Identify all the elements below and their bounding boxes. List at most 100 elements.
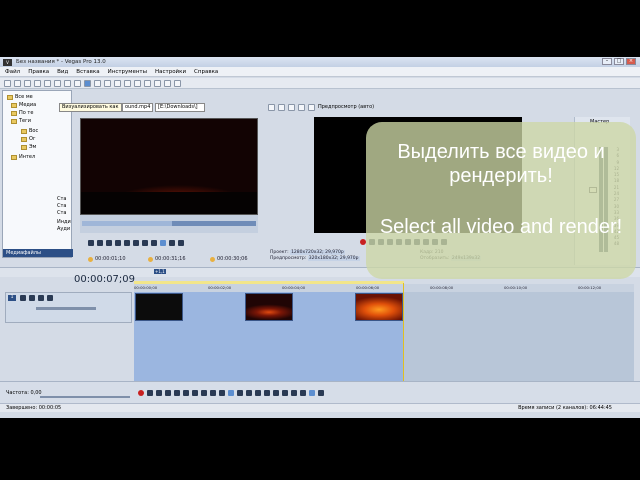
video-track-header[interactable]: 1: [5, 292, 132, 323]
loop-icon[interactable]: [147, 390, 153, 396]
print-icon[interactable]: [74, 79, 81, 87]
save-icon[interactable]: [24, 79, 31, 87]
split-icon[interactable]: [237, 390, 243, 396]
trim-icon[interactable]: [178, 240, 184, 246]
marker-icon[interactable]: [282, 390, 288, 396]
menu-file[interactable]: Файл: [5, 69, 20, 75]
minimize-button[interactable]: –: [602, 58, 612, 65]
list-item[interactable]: Ста: [57, 196, 66, 202]
list-item[interactable]: Инди: [57, 219, 71, 225]
tree-item[interactable]: Теги: [11, 118, 31, 124]
go-to-start-icon[interactable]: [192, 390, 198, 396]
record-icon[interactable]: [138, 390, 144, 396]
selection-tool-icon[interactable]: [164, 79, 171, 87]
add-to-timeline-icon[interactable]: [160, 240, 166, 246]
trimmer-selection[interactable]: [82, 221, 172, 226]
go-to-end-icon[interactable]: [201, 390, 207, 396]
tab-project-media[interactable]: Медиафайлы: [3, 249, 73, 257]
list-item[interactable]: Ста: [57, 203, 66, 209]
menu-help[interactable]: Справка: [194, 69, 218, 75]
tree-item[interactable]: Медиа: [11, 102, 36, 108]
ignore-grouping-icon[interactable]: [300, 390, 306, 396]
lock-icon[interactable]: [273, 390, 279, 396]
next-frame-icon[interactable]: [219, 390, 225, 396]
tree-item[interactable]: Вос: [21, 128, 38, 134]
tree-item[interactable]: Эм: [21, 144, 36, 150]
go-to-end-icon[interactable]: [151, 240, 157, 246]
menu-tools[interactable]: Инструменты: [108, 69, 147, 75]
list-item-label: Ста: [57, 210, 67, 216]
tree-item[interactable]: Ог: [21, 136, 36, 142]
capture-icon[interactable]: [54, 79, 61, 87]
add-icon[interactable]: [169, 240, 175, 246]
pause-icon[interactable]: [174, 390, 180, 396]
copy-icon[interactable]: [104, 79, 111, 87]
split-screen-icon[interactable]: [288, 103, 295, 111]
trim-start-icon[interactable]: [246, 390, 252, 396]
preview-quality-dropdown[interactable]: Предпросмотр (авто): [318, 104, 374, 110]
video-clip[interactable]: [355, 293, 403, 321]
timeline-transport: [138, 390, 324, 396]
region-icon[interactable]: [291, 390, 297, 396]
menu-insert[interactable]: Вставка: [76, 69, 99, 75]
pause-icon[interactable]: [115, 240, 121, 246]
loop-icon[interactable]: [88, 240, 94, 246]
play-icon[interactable]: [165, 390, 171, 396]
snap-icon[interactable]: [318, 390, 324, 396]
render-as-icon[interactable]: [84, 79, 91, 87]
zoom-tool-icon[interactable]: [174, 79, 181, 87]
close-button[interactable]: ×: [626, 58, 636, 65]
properties-icon[interactable]: [34, 79, 41, 87]
delete-icon[interactable]: [264, 390, 270, 396]
redo-icon[interactable]: [134, 79, 141, 87]
play-icon[interactable]: [97, 240, 103, 246]
video-clip[interactable]: [135, 293, 183, 321]
preview-settings-icon[interactable]: [268, 103, 275, 111]
mute-icon[interactable]: [38, 295, 44, 301]
open-icon[interactable]: [14, 79, 21, 87]
stop-icon[interactable]: [183, 390, 189, 396]
paste-icon[interactable]: [114, 79, 121, 87]
menu-view[interactable]: Вид: [57, 69, 68, 75]
prev-frame-icon[interactable]: [210, 390, 216, 396]
play-from-start-icon[interactable]: [106, 240, 112, 246]
trimmer-scrub-bar[interactable]: [80, 215, 258, 233]
trimmer-path-dropdown[interactable]: [E:\Downloads\]: [155, 103, 205, 112]
envelope-tool-icon[interactable]: [154, 79, 161, 87]
normal-edit-tool-icon[interactable]: [228, 390, 234, 396]
external-monitor-icon[interactable]: [278, 103, 285, 111]
cut-icon[interactable]: [94, 79, 101, 87]
stop-icon[interactable]: [124, 240, 130, 246]
record-audio-icon[interactable]: [64, 79, 71, 87]
trimmer-file-dropdown[interactable]: ound.mp4: [122, 103, 154, 112]
solo-icon[interactable]: [47, 295, 53, 301]
playhead-cursor[interactable]: [403, 283, 404, 383]
normal-edit-tool-icon[interactable]: [144, 79, 151, 87]
tree-item[interactable]: По те: [11, 110, 33, 116]
undo-icon[interactable]: [124, 79, 131, 87]
maximize-button[interactable]: □: [614, 58, 624, 65]
list-item[interactable]: Ауди: [57, 226, 70, 232]
menu-options[interactable]: Настройки: [155, 69, 186, 75]
video-clip[interactable]: [245, 293, 293, 321]
track-fx-icon[interactable]: [29, 295, 35, 301]
next-frame-icon[interactable]: [142, 240, 148, 246]
overlays-icon[interactable]: [298, 103, 305, 111]
tree-item[interactable]: Все ме: [7, 94, 33, 100]
preview-quality-icon[interactable]: [308, 103, 315, 111]
play-from-start-icon[interactable]: [156, 390, 162, 396]
playback-rate-slider[interactable]: [40, 396, 130, 398]
timeline-ruler[interactable]: 00:00:00;00 00:00:02;00 00:00:04;00 00:0…: [134, 284, 634, 292]
track-motion-icon[interactable]: [20, 295, 26, 301]
menu-edit[interactable]: Правка: [28, 69, 49, 75]
tree-item-label: Медиа: [19, 102, 37, 108]
status-bar: Завершено: 00:00:05 Время записи (2 кана…: [0, 403, 640, 412]
new-project-icon[interactable]: [4, 79, 11, 87]
prev-frame-icon[interactable]: [133, 240, 139, 246]
import-icon[interactable]: [44, 79, 51, 87]
track-level-slider[interactable]: [36, 307, 96, 310]
list-item[interactable]: Ста: [57, 210, 66, 216]
auto-ripple-icon[interactable]: [309, 390, 315, 396]
tree-item[interactable]: Интел: [11, 154, 35, 160]
trim-end-icon[interactable]: [255, 390, 261, 396]
